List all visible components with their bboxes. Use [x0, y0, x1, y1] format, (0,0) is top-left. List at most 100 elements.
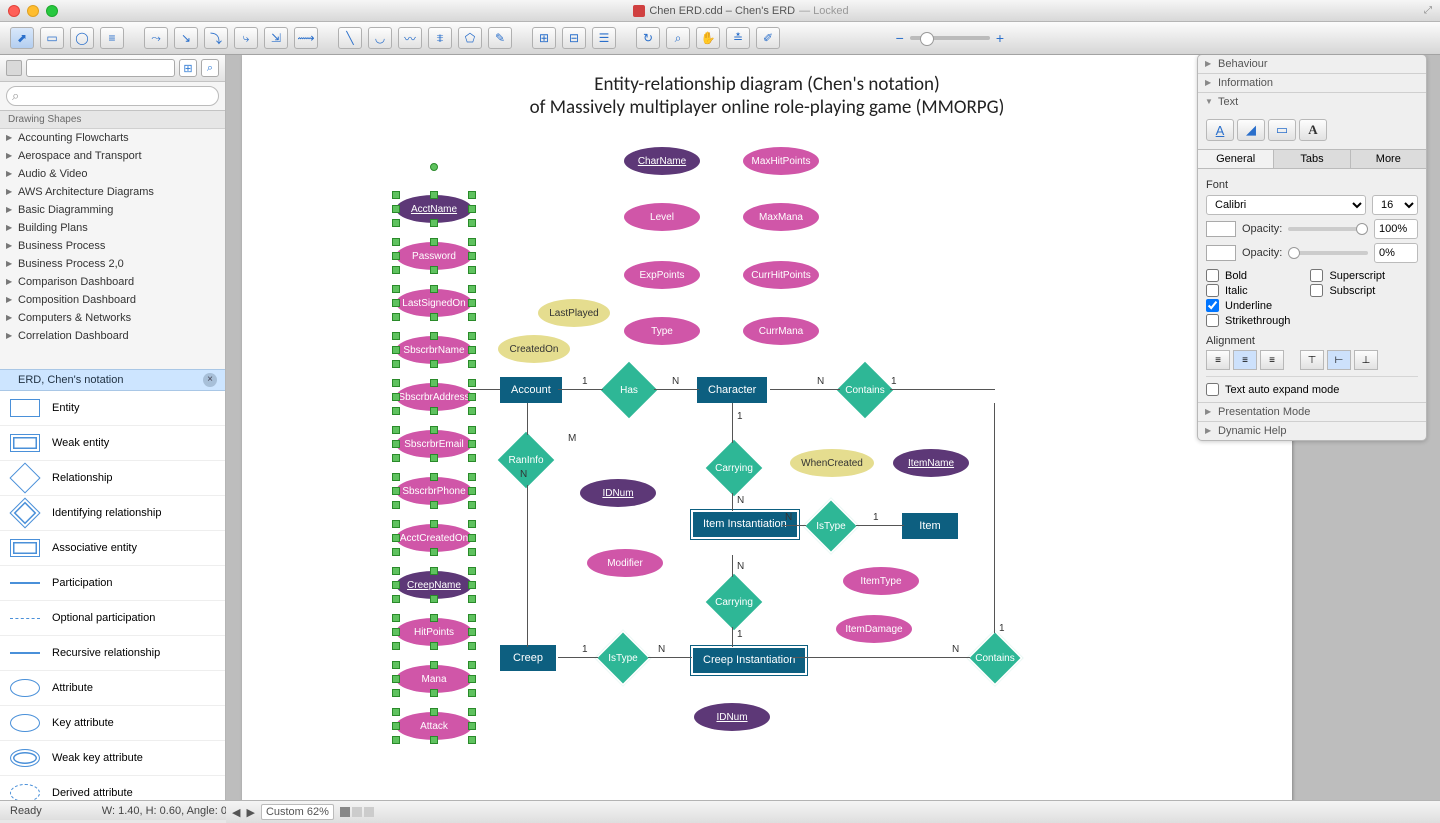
- selection-handle[interactable]: [468, 675, 476, 683]
- rel-contains[interactable]: Contains: [838, 363, 892, 417]
- scroll-right-icon[interactable]: ▶: [246, 806, 254, 819]
- selection-handle[interactable]: [468, 614, 476, 622]
- selection-handle[interactable]: [468, 534, 476, 542]
- selection-handle[interactable]: [468, 581, 476, 589]
- selection-handle[interactable]: [468, 266, 476, 274]
- selection-handle[interactable]: [430, 219, 438, 227]
- selection-handle[interactable]: [392, 313, 400, 321]
- shape-item[interactable]: Recursive relationship: [0, 636, 225, 671]
- selection-handle[interactable]: [392, 675, 400, 683]
- selection-handle[interactable]: [430, 313, 438, 321]
- inspector-panel[interactable]: Behaviour Information Text A ◢ ▭ A Gener…: [1197, 55, 1427, 441]
- library-item[interactable]: Business Process 2,0: [0, 255, 225, 273]
- canvas-area[interactable]: Entity-relationship diagram (Chen's nota…: [226, 55, 1440, 800]
- attr-idnum[interactable]: IDNum: [580, 479, 656, 507]
- shape-item[interactable]: Weak key attribute: [0, 741, 225, 776]
- selection-handle[interactable]: [392, 661, 400, 669]
- selection-handle[interactable]: [392, 285, 400, 293]
- selection-handle[interactable]: [392, 595, 400, 603]
- selection-handle[interactable]: [468, 393, 476, 401]
- tab-tabs[interactable]: Tabs: [1274, 150, 1350, 168]
- attr-modifier[interactable]: Modifier: [587, 549, 663, 577]
- opacity-slider-1[interactable]: [1288, 227, 1368, 231]
- polyline-tool[interactable]: ⩨: [428, 27, 452, 49]
- selection-handle[interactable]: [468, 440, 476, 448]
- selection-handle[interactable]: [392, 548, 400, 556]
- attr-whencreated[interactable]: WhenCreated: [790, 449, 874, 477]
- curve-tool[interactable]: 〰: [398, 27, 422, 49]
- selection-handle[interactable]: [468, 360, 476, 368]
- selection-handle[interactable]: [468, 661, 476, 669]
- selection-handle[interactable]: [392, 581, 400, 589]
- entity-character[interactable]: Character: [697, 377, 767, 403]
- selection-handle[interactable]: [468, 473, 476, 481]
- italic-checkbox[interactable]: Italic: [1206, 284, 1290, 297]
- selection-handle[interactable]: [468, 642, 476, 650]
- zoom-out-icon[interactable]: −: [896, 30, 904, 46]
- selection-handle[interactable]: [392, 332, 400, 340]
- library-item[interactable]: Composition Dashboard: [0, 291, 225, 309]
- rect-tool[interactable]: ▭: [40, 27, 64, 49]
- selection-handle[interactable]: [392, 252, 400, 260]
- selection-handle[interactable]: [468, 689, 476, 697]
- selection-handle[interactable]: [468, 595, 476, 603]
- selection-handle[interactable]: [392, 393, 400, 401]
- shape-item[interactable]: Optional participation: [0, 601, 225, 636]
- selection-handle[interactable]: [430, 191, 438, 199]
- fullscreen-icon[interactable]: ⤢: [1424, 5, 1432, 16]
- selection-handle[interactable]: [430, 567, 438, 575]
- selection-handle[interactable]: [392, 205, 400, 213]
- library-item[interactable]: Computers & Networks: [0, 309, 225, 327]
- entity-creep[interactable]: Creep: [500, 645, 556, 671]
- auto-expand-checkbox[interactable]: Text auto expand mode: [1206, 383, 1418, 396]
- selection-handle[interactable]: [468, 332, 476, 340]
- shape-item[interactable]: Participation: [0, 566, 225, 601]
- selection-handle[interactable]: [468, 285, 476, 293]
- library-browser-icon[interactable]: [6, 60, 22, 76]
- selection-handle[interactable]: [392, 736, 400, 744]
- selection-handle[interactable]: [468, 426, 476, 434]
- panel-presentation[interactable]: Presentation Mode: [1198, 403, 1426, 421]
- selection-handle[interactable]: [392, 614, 400, 622]
- shape-item[interactable]: Identifying relationship: [0, 496, 225, 531]
- selection-handle[interactable]: [430, 238, 438, 246]
- selection-handle[interactable]: [392, 379, 400, 387]
- selection-handle[interactable]: [392, 266, 400, 274]
- connector-tool-6[interactable]: ⟿: [294, 27, 318, 49]
- selection-handle[interactable]: [430, 266, 438, 274]
- zoom-select[interactable]: Custom 62%: [261, 804, 334, 820]
- attr-maxmana[interactable]: MaxMana: [743, 203, 819, 231]
- text-color-swatch[interactable]: [1206, 221, 1236, 237]
- selection-handle[interactable]: [430, 661, 438, 669]
- attr-type[interactable]: Type: [624, 317, 700, 345]
- selection-handle[interactable]: [430, 736, 438, 744]
- selection-handle[interactable]: [430, 407, 438, 415]
- panel-information[interactable]: Information: [1198, 74, 1426, 92]
- box-icon[interactable]: ▭: [1268, 119, 1296, 141]
- selection-handle[interactable]: [468, 313, 476, 321]
- grid-view-icon[interactable]: ⊞: [179, 59, 197, 77]
- selection-handle[interactable]: [468, 567, 476, 575]
- selection-handle[interactable]: [392, 360, 400, 368]
- selection-handle[interactable]: [468, 548, 476, 556]
- entity-account[interactable]: Account: [500, 377, 562, 403]
- minimize-window-icon[interactable]: [27, 5, 39, 17]
- attr-itemtype[interactable]: ItemType: [843, 567, 919, 595]
- library-item[interactable]: Comparison Dashboard: [0, 273, 225, 291]
- text-color-icon[interactable]: A: [1206, 119, 1234, 141]
- selection-handle[interactable]: [392, 501, 400, 509]
- shape-item[interactable]: Derived attribute: [0, 776, 225, 800]
- close-library-icon[interactable]: ×: [203, 373, 217, 387]
- shape-item[interactable]: Key attribute: [0, 706, 225, 741]
- superscript-checkbox[interactable]: Superscript: [1310, 269, 1385, 282]
- library-item[interactable]: Building Plans: [0, 219, 225, 237]
- bg-color-swatch[interactable]: [1206, 245, 1236, 261]
- connector-tool-2[interactable]: ↘: [174, 27, 198, 49]
- align-right[interactable]: ≡: [1260, 350, 1284, 370]
- selection-handle[interactable]: [468, 299, 476, 307]
- attr-idnum2[interactable]: IDNum: [694, 703, 770, 731]
- connector-tool-4[interactable]: ⤷: [234, 27, 258, 49]
- group-tool-2[interactable]: ⊟: [562, 27, 586, 49]
- selection-handle[interactable]: [430, 379, 438, 387]
- selection-handle[interactable]: [392, 191, 400, 199]
